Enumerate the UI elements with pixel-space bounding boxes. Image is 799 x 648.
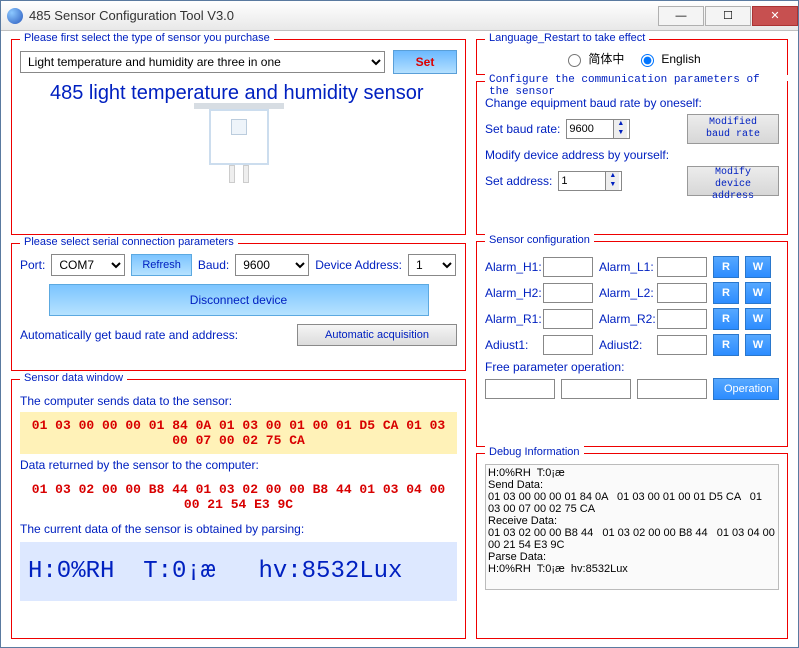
serial-group: Please select serial connection paramete… <box>11 243 466 371</box>
baud-label: Baud: <box>198 258 229 272</box>
alarm-r2-label: Alarm_R2: <box>599 312 651 326</box>
set-button[interactable]: Set <box>393 50 457 74</box>
lang-cn-radio[interactable]: 简体中 <box>563 50 624 67</box>
adjust-write-button[interactable]: W <box>745 334 771 356</box>
adjust1-input[interactable] <box>543 335 593 355</box>
minimize-button[interactable]: — <box>658 6 704 26</box>
send-hex: 01 03 00 00 00 01 84 0A 01 03 00 01 00 0… <box>20 412 457 454</box>
port-select[interactable]: COM7 <box>51 254 125 276</box>
recv-hex: 01 03 02 00 00 B8 44 01 03 02 00 00 B8 4… <box>20 476 457 518</box>
parse-label: The current data of the sensor is obtain… <box>20 522 457 536</box>
debug-group: Debug Information <box>476 453 788 639</box>
app-window: 485 Sensor Configuration Tool V3.0 — ☐ ✕… <box>0 0 799 648</box>
refresh-button[interactable]: Refresh <box>131 254 192 276</box>
alarm-h2-input[interactable] <box>543 283 593 303</box>
set-address-input[interactable]: ▲▼ <box>558 171 622 191</box>
adjust1-label: Adiust1: <box>485 338 537 352</box>
maximize-button[interactable]: ☐ <box>705 6 751 26</box>
baud-change-label: Change equipment baud rate by oneself: <box>485 96 779 110</box>
device-address-select[interactable]: 1 <box>408 254 456 276</box>
alarm1-read-button[interactable]: R <box>713 256 739 278</box>
window-title: 485 Sensor Configuration Tool V3.0 <box>29 8 657 23</box>
baud-select[interactable]: 9600 <box>235 254 309 276</box>
titlebar: 485 Sensor Configuration Tool V3.0 — ☐ ✕ <box>1 1 798 31</box>
auto-acquisition-button[interactable]: Automatic acquisition <box>297 324 457 346</box>
alarm-l2-input[interactable] <box>657 283 707 303</box>
set-address-label: Set address: <box>485 174 552 188</box>
sensor-type-legend: Please first select the type of sensor y… <box>20 32 274 44</box>
language-legend: Language_Restart to take effect <box>485 32 649 44</box>
alarm2-write-button[interactable]: W <box>745 282 771 304</box>
addr-change-label: Modify device address by yourself: <box>485 148 779 162</box>
device-address-label: Device Address: <box>315 258 402 272</box>
send-label: The computer sends data to the sensor: <box>20 394 457 408</box>
auto-baud-label: Automatically get baud rate and address: <box>20 328 289 342</box>
alarmR-read-button[interactable]: R <box>713 308 739 330</box>
left-column: Please first select the type of sensor y… <box>11 39 466 639</box>
serial-legend: Please select serial connection paramete… <box>20 236 238 248</box>
free-op-label: Free parameter operation: <box>485 360 624 374</box>
sensor-type-group: Please first select the type of sensor y… <box>11 39 466 235</box>
debug-legend: Debug Information <box>485 446 584 458</box>
modify-baud-button[interactable]: Modified baud rate <box>687 114 779 144</box>
set-baud-label: Set baud rate: <box>485 122 560 136</box>
adjust2-label: Adiust2: <box>599 338 651 352</box>
spin-up-icon[interactable]: ▲ <box>613 120 627 129</box>
recv-label: Data returned by the sensor to the compu… <box>20 458 457 472</box>
sensor-image <box>191 103 287 191</box>
app-icon <box>7 8 23 24</box>
parsed-output: H:0%RH T:0¡æ hv:8532Lux <box>20 542 457 601</box>
sensor-data-group: Sensor data window The computer sends da… <box>11 379 466 639</box>
alarm-h2-label: Alarm_H2: <box>485 286 537 300</box>
alarm-h1-label: Alarm_H1: <box>485 260 537 274</box>
alarmR-write-button[interactable]: W <box>745 308 771 330</box>
language-group: Language_Restart to take effect 简体中 Engl… <box>476 39 788 75</box>
sensor-data-legend: Sensor data window <box>20 372 127 384</box>
spin-down-icon[interactable]: ▼ <box>613 129 627 138</box>
debug-textarea[interactable] <box>485 464 779 590</box>
adjust2-input[interactable] <box>657 335 707 355</box>
alarm1-write-button[interactable]: W <box>745 256 771 278</box>
close-button[interactable]: ✕ <box>752 6 798 26</box>
adjust-read-button[interactable]: R <box>713 334 739 356</box>
alarm2-read-button[interactable]: R <box>713 282 739 304</box>
port-label: Port: <box>20 258 45 272</box>
sensor-config-group: Sensor configuration Alarm_H1: Alarm_L1:… <box>476 241 788 447</box>
comm-params-group: Configure the communication parameters o… <box>476 81 788 235</box>
right-column: Language_Restart to take effect 简体中 Engl… <box>476 39 788 639</box>
comm-params-legend: Configure the communication parameters o… <box>485 74 787 98</box>
alarm-r1-input[interactable] <box>543 309 593 329</box>
alarm-l2-label: Alarm_L2: <box>599 286 651 300</box>
alarm-r2-input[interactable] <box>657 309 707 329</box>
alarm-r1-label: Alarm_R1: <box>485 312 537 326</box>
free-op-input-1[interactable] <box>485 379 555 399</box>
sensor-type-select[interactable]: Light temperature and humidity are three… <box>20 51 385 73</box>
disconnect-button[interactable]: Disconnect device <box>49 284 429 316</box>
alarm-h1-input[interactable] <box>543 257 593 277</box>
sensor-config-legend: Sensor configuration <box>485 234 594 246</box>
free-op-input-3[interactable] <box>637 379 707 399</box>
spin-down-icon[interactable]: ▼ <box>605 181 619 190</box>
set-baud-input[interactable]: ▲▼ <box>566 119 630 139</box>
content: Please first select the type of sensor y… <box>1 31 798 647</box>
spin-up-icon[interactable]: ▲ <box>605 172 619 181</box>
alarm-l1-input[interactable] <box>657 257 707 277</box>
operation-button[interactable]: Operation <box>713 378 779 400</box>
alarm-l1-label: Alarm_L1: <box>599 260 651 274</box>
free-op-input-2[interactable] <box>561 379 631 399</box>
modify-address-button[interactable]: Modify device address <box>687 166 779 196</box>
sensor-title: 485 light temperature and humidity senso… <box>50 82 457 105</box>
lang-en-radio[interactable]: English <box>636 51 700 67</box>
